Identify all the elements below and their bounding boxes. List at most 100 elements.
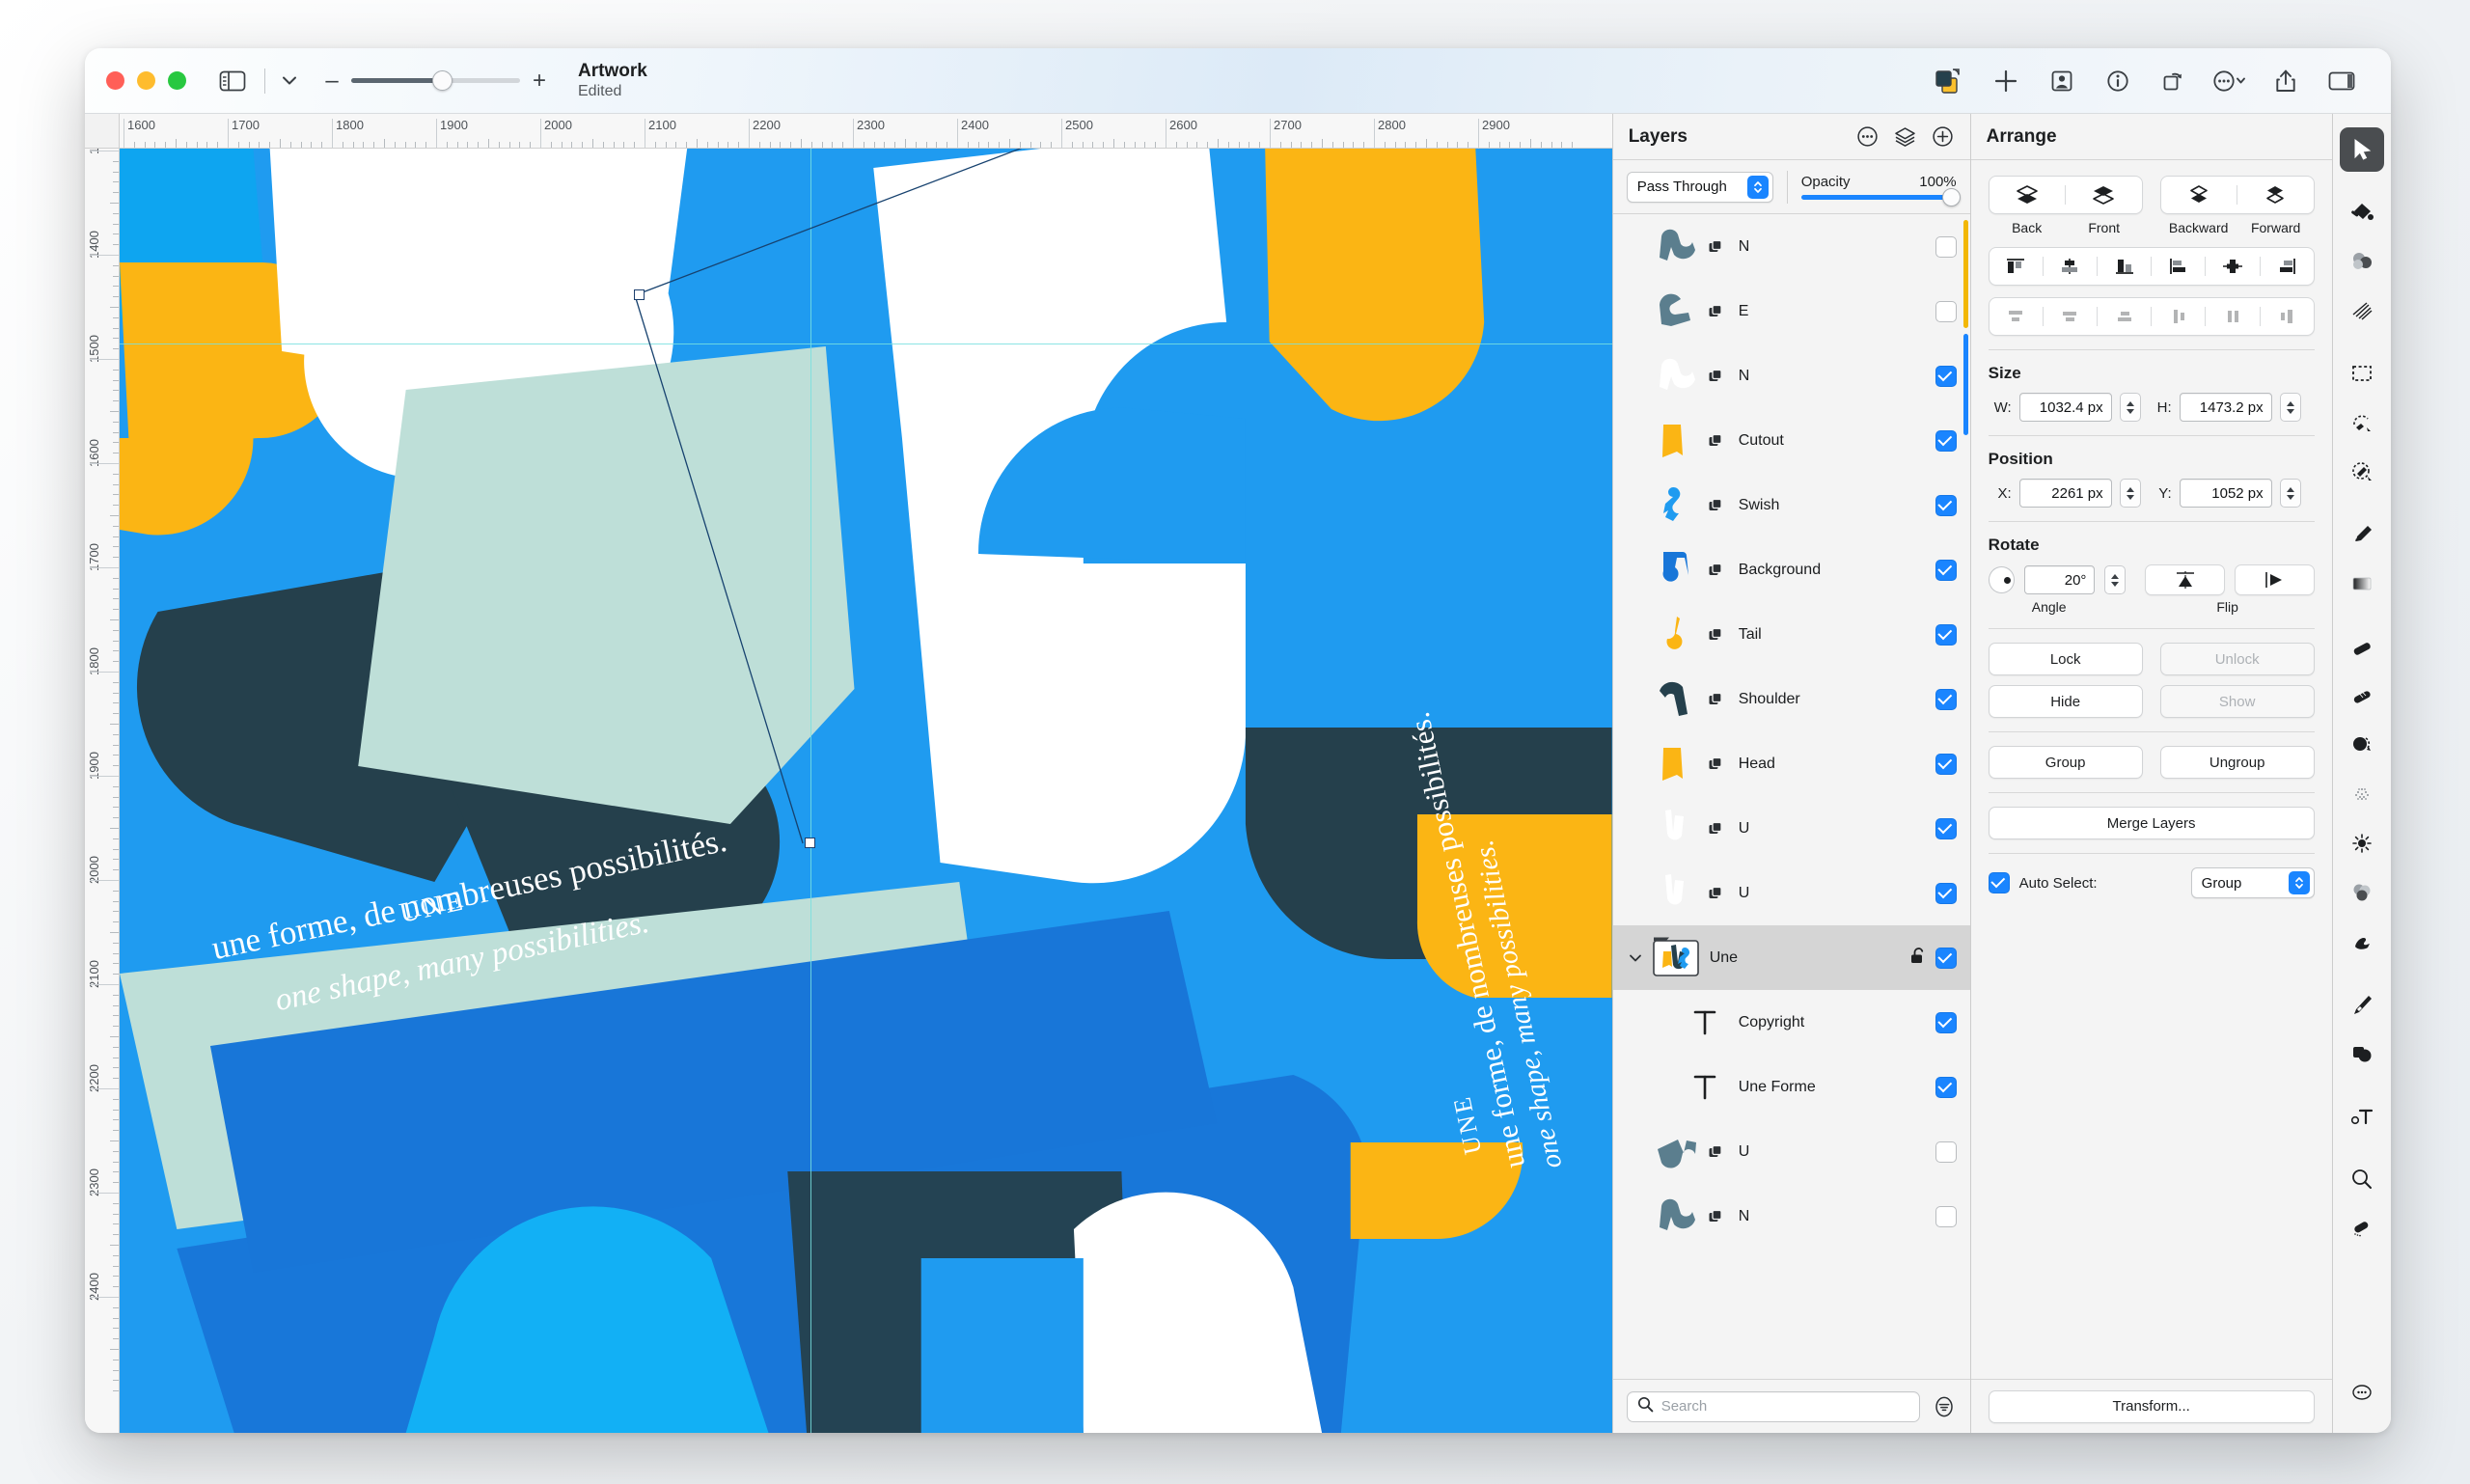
layer-visibility-checkbox[interactable] [1935, 753, 1957, 775]
layer-row[interactable]: Swish [1613, 473, 1970, 537]
burn-brush-tool[interactable] [2340, 821, 2384, 866]
inpainting-brush-tool[interactable] [2340, 673, 2384, 718]
zoom-tool[interactable] [2340, 1157, 2384, 1201]
more-options-icon[interactable] [2202, 59, 2258, 103]
info-icon[interactable] [2090, 59, 2146, 103]
width-input[interactable]: 1032.4 px [2018, 393, 2112, 422]
filter-icon[interactable] [1932, 1394, 1957, 1419]
align-middle-v-icon[interactable] [2206, 248, 2259, 285]
ungroup-button[interactable]: Ungroup [2159, 746, 2315, 779]
height-stepper[interactable] [2279, 393, 2301, 422]
layer-visibility-checkbox[interactable] [1935, 365, 1957, 387]
align-right-icon[interactable] [2098, 248, 2151, 285]
selection-brush-tool[interactable] [2340, 450, 2384, 494]
layer-row[interactable]: Head [1613, 731, 1970, 796]
smudge-brush-tool[interactable] [2340, 920, 2384, 964]
merge-layers-button[interactable]: Merge Layers [1988, 807, 2315, 839]
horizontal-ruler[interactable]: 1600 1700 1800 1900 2000 2100 2200 2300 2400 2500… [85, 114, 1612, 149]
zoom-button[interactable] [168, 71, 186, 90]
search-input[interactable] [1660, 1398, 1909, 1415]
zoom-in-button[interactable]: + [532, 69, 547, 93]
vertical-ruler[interactable]: 1300140015001600170018001900200021002200… [85, 114, 120, 1433]
layer-row[interactable]: Tail [1613, 602, 1970, 667]
opacity-slider-knob[interactable] [1941, 188, 1961, 206]
disclosure-chevron-icon[interactable] [1623, 953, 1648, 963]
zoom-slider[interactable] [351, 70, 520, 91]
x-stepper[interactable] [2119, 479, 2141, 508]
blend-mode-select[interactable]: Pass Through [1626, 171, 1773, 203]
add-layer-icon[interactable] [1931, 124, 1955, 149]
share-icon[interactable] [2258, 59, 2314, 103]
panel-toggle-icon[interactable] [2314, 59, 2370, 103]
opacity-slider[interactable] [1800, 188, 1961, 206]
layer-visibility-checkbox[interactable] [1935, 300, 1957, 322]
y-input[interactable]: 1052 px [2179, 479, 2272, 508]
persona-icon[interactable] [2034, 59, 2090, 103]
bring-forward-icon[interactable] [2237, 177, 2314, 213]
layer-visibility-checkbox[interactable] [1935, 494, 1957, 516]
zoom-slider-group[interactable]: – + [324, 69, 547, 93]
layer-visibility-checkbox[interactable] [1935, 882, 1957, 904]
layer-visibility-checkbox[interactable] [1935, 429, 1957, 452]
swap-colors-icon[interactable] [1922, 59, 1978, 103]
artistic-text-tool[interactable] [2340, 1094, 2384, 1139]
unlock-icon[interactable] [1908, 947, 1928, 970]
bring-to-front-icon[interactable] [2066, 177, 2142, 213]
blemish-removal-tool[interactable] [2340, 723, 2384, 767]
layer-visibility-checkbox[interactable] [1935, 1205, 1957, 1227]
more-tools[interactable] [2340, 1370, 2384, 1415]
transform-button[interactable]: Transform... [1988, 1389, 2315, 1423]
selection-handle[interactable] [805, 838, 815, 848]
erase-brush-tool[interactable] [2340, 624, 2384, 669]
layer-row[interactable]: U [1613, 861, 1970, 925]
layer-row-selected[interactable]: Une [1612, 925, 1970, 990]
freehand-select-tool[interactable] [2340, 400, 2384, 445]
lock-button[interactable]: Lock [1988, 643, 2143, 675]
chevron-down-icon[interactable] [280, 75, 299, 86]
ruler-corner[interactable] [85, 114, 120, 149]
send-to-back-icon[interactable] [1990, 177, 2066, 213]
layer-options-icon[interactable] [1855, 124, 1880, 149]
layer-visibility-checkbox[interactable] [1935, 235, 1957, 258]
auto-select-mode-select[interactable]: Group [2190, 867, 2315, 898]
layer-visibility-checkbox[interactable] [1935, 817, 1957, 839]
layer-row[interactable]: Copyright [1613, 990, 1970, 1055]
marquee-select-tool[interactable] [2340, 351, 2384, 396]
flood-select-tool[interactable] [2340, 239, 2384, 284]
unlock-button[interactable]: Unlock [2159, 643, 2315, 675]
flip-vertical-icon[interactable] [2145, 564, 2225, 595]
move-tool[interactable] [2339, 127, 2384, 172]
view-tool[interactable] [2340, 1206, 2384, 1250]
height-input[interactable]: 1473.2 px [2179, 393, 2272, 422]
angle-input[interactable]: 20° [2024, 565, 2096, 594]
artboard[interactable]: UNE une forme, de nombreuses possibilité… [120, 149, 1612, 1433]
smudge-tool[interactable] [2340, 289, 2384, 333]
layer-row[interactable]: N [1613, 1184, 1970, 1249]
layer-visibility-checkbox[interactable] [1935, 1011, 1957, 1033]
layer-visibility-checkbox[interactable] [1935, 1140, 1957, 1163]
layer-visibility-checkbox[interactable] [1935, 623, 1957, 646]
layer-row[interactable]: Background [1613, 537, 1970, 602]
dodge-brush-tool[interactable] [2340, 772, 2384, 816]
paint-brush-tool[interactable] [2340, 512, 2384, 557]
auto-select-checkbox[interactable] [1988, 872, 2010, 893]
layer-visibility-checkbox[interactable] [1935, 947, 1957, 969]
align-center-h-icon[interactable] [2044, 248, 2097, 285]
width-stepper[interactable] [2119, 393, 2141, 422]
layer-row[interactable]: N [1613, 344, 1970, 408]
shape-tool[interactable] [2340, 1031, 2384, 1076]
selection-handle[interactable] [634, 289, 645, 300]
align-bottom-icon[interactable] [2261, 248, 2314, 285]
pen-tool[interactable] [2340, 982, 2384, 1027]
zoom-out-button[interactable]: – [324, 69, 340, 93]
sidebar-toggle-icon[interactable] [218, 69, 247, 94]
opacity-control[interactable]: Opacity 100% [1800, 174, 1961, 206]
minimize-button[interactable] [137, 71, 155, 90]
group-button[interactable]: Group [1988, 746, 2143, 779]
blur-brush-tool[interactable] [2340, 870, 2384, 915]
send-backward-icon[interactable] [2161, 177, 2237, 213]
rotate-dial[interactable] [1988, 566, 2016, 593]
align-left-icon[interactable] [1990, 248, 2043, 285]
layer-row[interactable]: E [1613, 279, 1970, 344]
flip-horizontal-icon[interactable] [2234, 564, 2315, 595]
